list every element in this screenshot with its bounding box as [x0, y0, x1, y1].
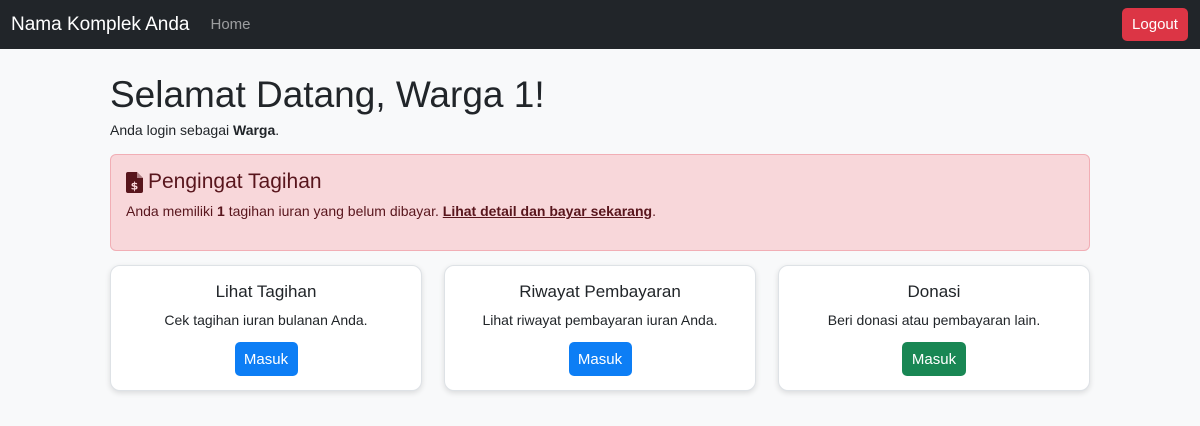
alert-text: Anda memiliki 1 tagihan iuran yang belum… — [126, 203, 1074, 219]
card-title: Lihat Tagihan — [215, 282, 317, 302]
card-title: Donasi — [907, 282, 961, 302]
svg-text:$: $ — [131, 179, 139, 192]
login-info-suffix: . — [275, 122, 280, 139]
alert-text-middle: tagihan iuran yang belum dibayar. — [224, 203, 443, 220]
file-invoice-dollar-icon: $ — [126, 171, 143, 193]
top-navbar: Nama Komplek Anda Home Logout — [0, 0, 1200, 49]
bill-reminder-alert: $ Pengingat Tagihan Anda memiliki 1 tagi… — [110, 154, 1090, 252]
login-info-prefix: Anda login sebagai — [110, 122, 233, 139]
alert-text-prefix: Anda memiliki — [126, 203, 218, 220]
unpaid-bill-count: 1 — [217, 203, 225, 220]
navbar-brand[interactable]: Nama Komplek Anda — [11, 14, 190, 36]
card-title: Riwayat Pembayaran — [519, 282, 681, 302]
card-text: Lihat riwayat pembayaran iuran Anda. — [482, 312, 718, 329]
card-lihat-tagihan: Lihat Tagihan Cek tagihan iuran bulanan … — [110, 265, 422, 392]
card-text: Beri donasi atau pembayaran lain. — [827, 312, 1041, 329]
lihat-tagihan-masuk-button[interactable]: Masuk — [234, 342, 298, 377]
riwayat-pembayaran-masuk-button[interactable]: Masuk — [568, 342, 632, 377]
card-riwayat-pembayaran: Riwayat Pembayaran Lihat riwayat pembaya… — [444, 265, 756, 392]
alert-text-suffix: . — [652, 203, 656, 220]
page-title: Selamat Datang, Warga 1! — [110, 74, 545, 115]
nav-link-home[interactable]: Home — [211, 16, 251, 33]
alert-heading-text: Pengingat Tagihan — [148, 170, 322, 194]
logout-button[interactable]: Logout — [1122, 8, 1188, 41]
card-donasi: Donasi Beri donasi atau pembayaran lain.… — [778, 265, 1090, 392]
login-role: Warga — [233, 122, 276, 139]
bill-detail-link[interactable]: Lihat detail dan bayar sekarang — [443, 203, 652, 219]
card-text: Cek tagihan iuran bulanan Anda. — [164, 312, 368, 329]
donasi-masuk-button[interactable]: Masuk — [902, 342, 966, 377]
login-info: Anda login sebagai Warga. — [110, 122, 1090, 138]
menu-cards: Lihat Tagihan Cek tagihan iuran bulanan … — [110, 265, 1090, 392]
main-container: Selamat Datang, Warga 1! Anda login seba… — [110, 49, 1090, 392]
alert-heading: $ Pengingat Tagihan — [126, 170, 1074, 194]
